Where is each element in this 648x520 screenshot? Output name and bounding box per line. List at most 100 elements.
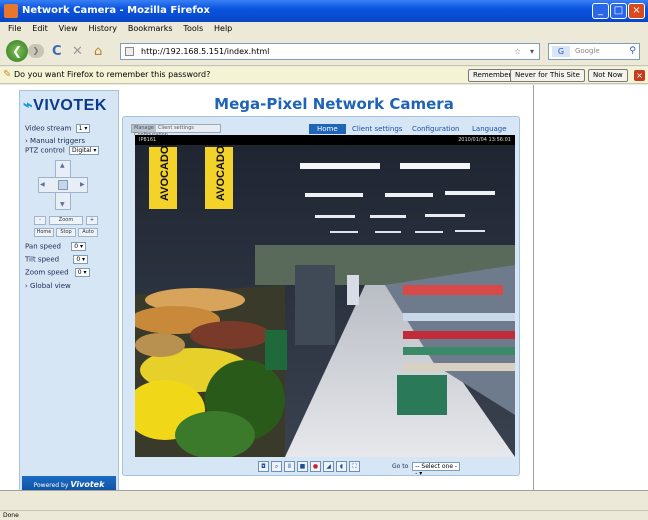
ptz-right-icon[interactable]: ▶ (80, 181, 85, 188)
live-video-view[interactable]: AVOCADO AVOCADO (135, 135, 515, 457)
global-view-row[interactable]: › Global view (25, 282, 71, 290)
close-window-button[interactable]: × (628, 3, 645, 19)
pan-speed-select[interactable]: 0 ▾ (71, 242, 86, 251)
zoom-out-button[interactable]: - (34, 216, 46, 225)
mini-tab-client[interactable]: Client settings (156, 125, 196, 132)
menu-help[interactable]: Help (214, 22, 232, 36)
auto-ptz-button[interactable]: Auto (78, 228, 98, 237)
search-icon[interactable]: ⚲ (629, 44, 636, 59)
go-to-row: Go to -- Select one -- ▾ (392, 462, 461, 477)
tab-client-settings[interactable]: Client settings (352, 124, 402, 134)
minimize-button[interactable]: _ (592, 3, 609, 19)
pan-speed-row: Pan speed 0 ▾ (25, 242, 86, 251)
snapshot-icon[interactable]: ◘ (258, 461, 269, 472)
ptz-center-button[interactable] (58, 180, 68, 190)
video-overlay-bar: IP8161 2010/01/04 13:56:01 (135, 135, 515, 145)
menu-file[interactable]: File (8, 22, 21, 36)
chevron-right-icon: › (25, 137, 28, 145)
pause-icon[interactable]: Ⅱ (284, 461, 295, 472)
banner-right-text: AVOCADO (215, 145, 227, 201)
global-view-label: Global view (30, 282, 71, 290)
search-engine-icon[interactable]: G (552, 46, 570, 57)
never-for-site-button[interactable]: Never for This Site (510, 69, 585, 82)
close-notification-button[interactable]: × (634, 70, 645, 81)
zoom-speed-select[interactable]: 0 ▾ (74, 268, 90, 277)
ptz-control-row: PTZ control Digital ▾ (25, 146, 100, 155)
page-title: Mega-Pixel Network Camera (214, 95, 454, 113)
volume-icon[interactable]: ◢ (323, 461, 334, 472)
record-icon[interactable]: ● (310, 461, 321, 472)
chevron-right-icon: › (25, 282, 28, 290)
ptz-down-icon[interactable]: ▼ (60, 201, 65, 208)
search-box[interactable]: G Google ⚲ (548, 43, 640, 60)
stop-button[interactable]: ✕ (72, 44, 83, 59)
fullscreen-icon[interactable]: ⛶ (349, 461, 360, 472)
home-position-button[interactable]: Home (34, 228, 54, 237)
forward-button[interactable]: ❯ (28, 44, 44, 58)
ptz-up-icon[interactable]: ▲ (60, 162, 65, 169)
menu-history[interactable]: History (89, 22, 117, 36)
url-text: http://192.168.5.151/index.html (141, 47, 270, 56)
status-text: Done (3, 512, 19, 519)
key-icon: ✎ (3, 69, 12, 80)
url-bar[interactable]: http://192.168.5.151/index.html ☆ ▾ (120, 43, 540, 60)
ptz-control-select[interactable]: Digital ▾ (69, 146, 100, 155)
url-dropdown-icon[interactable]: ▾ (530, 44, 534, 59)
mic-icon[interactable]: ◖ (336, 461, 347, 472)
zoom-speed-label: Zoom speed (25, 268, 69, 277)
window-titlebar: Network Camera - Mozilla Firefox _ □ × (0, 0, 648, 22)
powered-by-brand: Vivotek (70, 480, 105, 489)
page-edge-divider (533, 85, 534, 490)
window-title: Network Camera - Mozilla Firefox (22, 5, 210, 16)
zoom-speed-row: Zoom speed 0 ▾ (25, 268, 90, 277)
mini-tab-manage[interactable]: Manage (132, 125, 156, 132)
page-favicon-icon (125, 47, 134, 56)
horizontal-scroll-area (0, 490, 648, 510)
vivotek-logo: ⌁VIVOTEK (23, 97, 107, 114)
banner-left-text: AVOCADO (159, 145, 171, 201)
search-placeholder: Google (575, 47, 600, 55)
menu-bar: File Edit View History Bookmarks Tools H… (0, 22, 648, 36)
video-stream-label: Video stream (25, 124, 72, 133)
video-stream-row: Video stream 1 ▾ (25, 124, 91, 133)
manual-triggers-row[interactable]: › Manual triggers (25, 137, 85, 145)
menu-bookmarks[interactable]: Bookmarks (128, 22, 173, 36)
mini-tab-strip: ManageClient settingsConfiguration (131, 124, 221, 138)
store-scene-image: AVOCADO AVOCADO (135, 135, 515, 457)
maximize-button[interactable]: □ (610, 3, 627, 19)
tilt-speed-select[interactable]: 0 ▾ (73, 255, 89, 264)
zoom-in-button[interactable]: + (86, 216, 98, 225)
notification-message: Do you want Firefox to remember this pas… (14, 70, 211, 79)
menu-tools[interactable]: Tools (183, 22, 203, 36)
password-notification-bar: ✎ Do you want Firefox to remember this p… (0, 67, 648, 84)
firefox-icon (4, 4, 18, 18)
tab-configuration[interactable]: Configuration (412, 124, 459, 134)
reload-button[interactable]: C (52, 44, 62, 59)
back-button[interactable]: ❮ (6, 40, 28, 62)
navigation-toolbar: ❮ ❯ C ✕ ⌂ http://192.168.5.151/index.htm… (0, 36, 648, 66)
timestamp-text: 2010/01/04 13:56:01 (458, 137, 511, 143)
digital-zoom-icon[interactable]: ⌕ (271, 461, 282, 472)
video-stream-select[interactable]: 1 ▾ (75, 124, 91, 133)
go-to-select[interactable]: -- Select one -- ▾ (412, 462, 461, 477)
bookmark-star-icon[interactable]: ☆ (514, 44, 521, 59)
ptz-left-icon[interactable]: ◀ (40, 181, 45, 188)
manual-triggers-label: Manual triggers (30, 137, 85, 145)
not-now-button[interactable]: Not Now (588, 69, 628, 82)
zoom-label-button[interactable]: Zoom (49, 216, 83, 225)
menu-edit[interactable]: Edit (32, 22, 48, 36)
status-bar: Done (0, 510, 648, 520)
go-to-label: Go to (392, 463, 409, 470)
powered-by-text: Powered by (33, 482, 69, 489)
stop-icon[interactable]: ■ (297, 461, 308, 472)
camera-name-text: IP8161 (139, 137, 157, 143)
ptz-direction-pad: ▲ ▼ ◀ ▶ (38, 160, 88, 210)
tab-language[interactable]: Language (472, 124, 507, 134)
tilt-speed-row: Tilt speed 0 ▾ (25, 255, 89, 264)
home-button[interactable]: ⌂ (94, 44, 102, 59)
menu-view[interactable]: View (59, 22, 78, 36)
ptz-control-label: PTZ control (25, 146, 65, 155)
stop-ptz-button[interactable]: Stop (56, 228, 76, 237)
tab-home[interactable]: Home (309, 124, 346, 134)
pan-speed-label: Pan speed (25, 242, 62, 251)
